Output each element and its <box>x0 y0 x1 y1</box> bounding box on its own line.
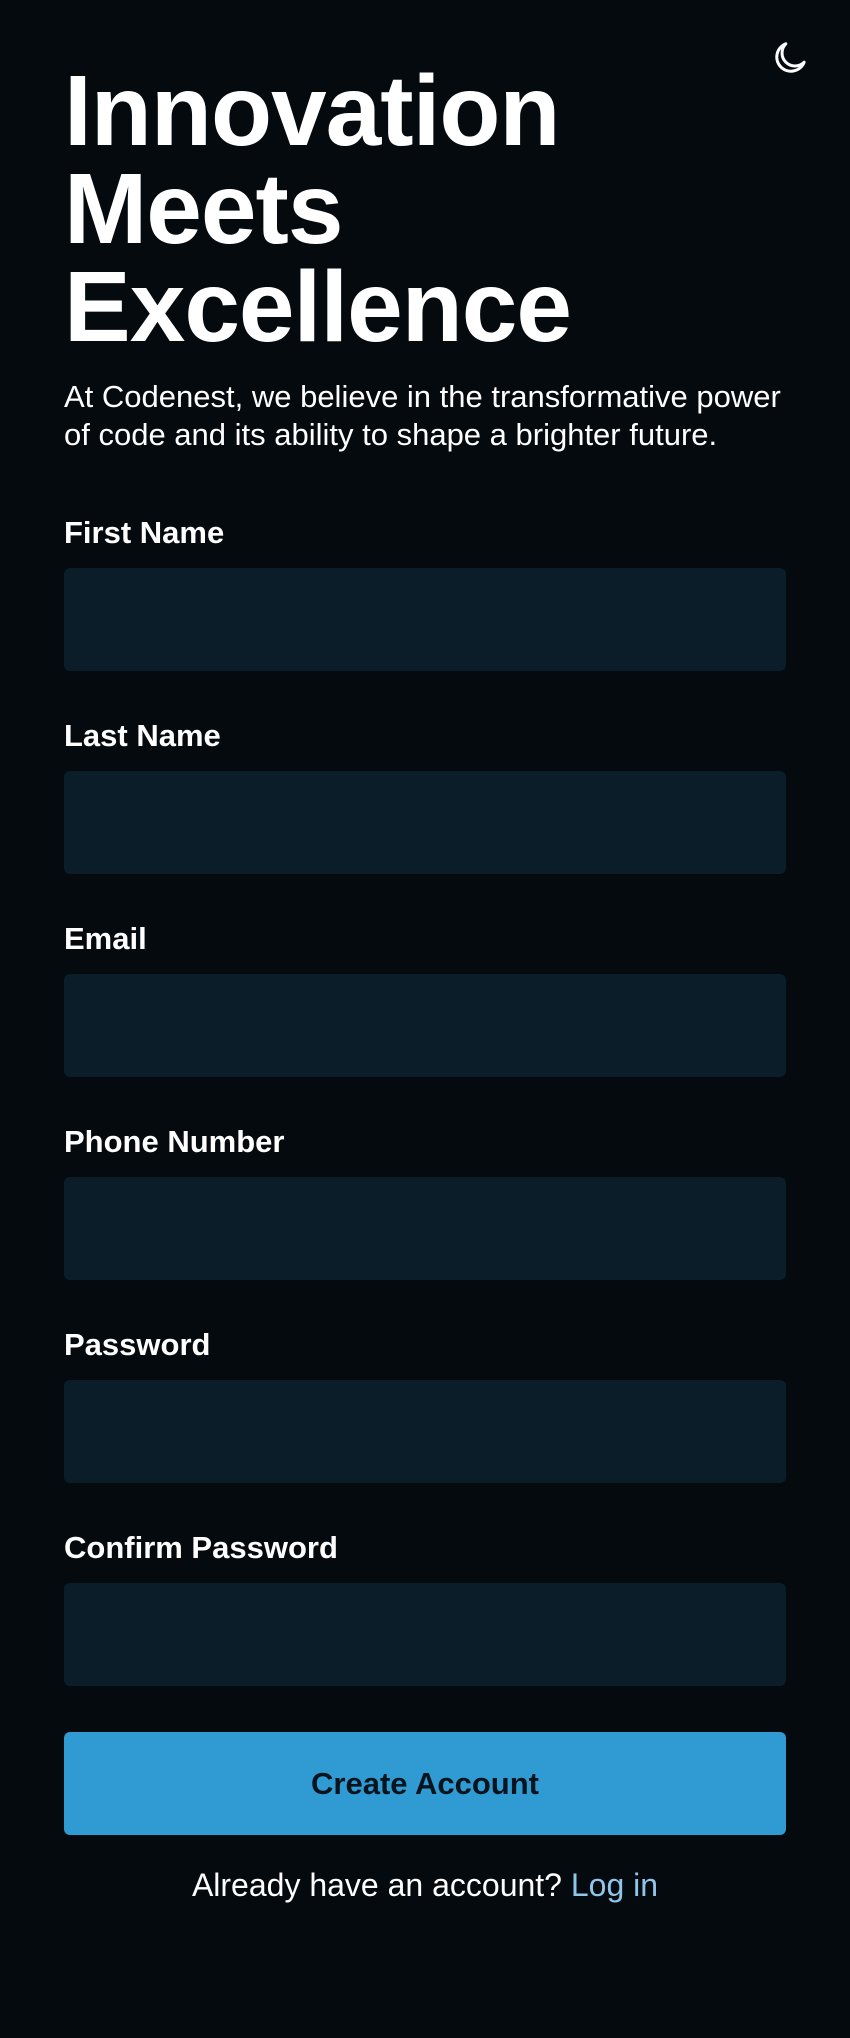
page-title-line: Meets <box>64 153 343 265</box>
email-input[interactable] <box>64 974 786 1077</box>
confirm-password-field-group: Confirm Password <box>64 1529 786 1686</box>
page-subtitle: At Codenest, we believe in the transform… <box>64 379 781 452</box>
last-name-input[interactable] <box>64 771 786 874</box>
page-title-line: Excellence <box>64 251 572 363</box>
phone-field-group: Phone Number <box>64 1123 786 1280</box>
first-name-field-group: First Name <box>64 514 786 671</box>
email-label: Email <box>64 921 147 956</box>
password-field-group: Password <box>64 1326 786 1483</box>
password-input[interactable] <box>64 1380 786 1483</box>
phone-number-input[interactable] <box>64 1177 786 1280</box>
signup-page: Innovation Meets Excellence At Codenest,… <box>64 55 786 1905</box>
first-name-label: First Name <box>64 515 225 550</box>
login-prompt-text: Already have an account? <box>191 1867 562 1903</box>
signup-form: First Name Last Name Email Phone Number … <box>64 514 786 1835</box>
phone-number-label: Phone Number <box>64 1124 285 1159</box>
login-link[interactable]: Log in <box>571 1867 658 1903</box>
first-name-input[interactable] <box>64 568 786 671</box>
page-title-line: Innovation <box>64 55 561 167</box>
email-field-group: Email <box>64 920 786 1077</box>
page-title: Innovation Meets Excellence <box>64 55 786 363</box>
last-name-label: Last Name <box>64 718 221 753</box>
confirm-password-input[interactable] <box>64 1583 786 1686</box>
password-label: Password <box>64 1327 211 1362</box>
confirm-password-label: Confirm Password <box>64 1530 338 1565</box>
create-account-button[interactable]: Create Account <box>64 1732 786 1835</box>
login-prompt: Already have an account? Log in <box>64 1865 786 1905</box>
last-name-field-group: Last Name <box>64 717 786 874</box>
